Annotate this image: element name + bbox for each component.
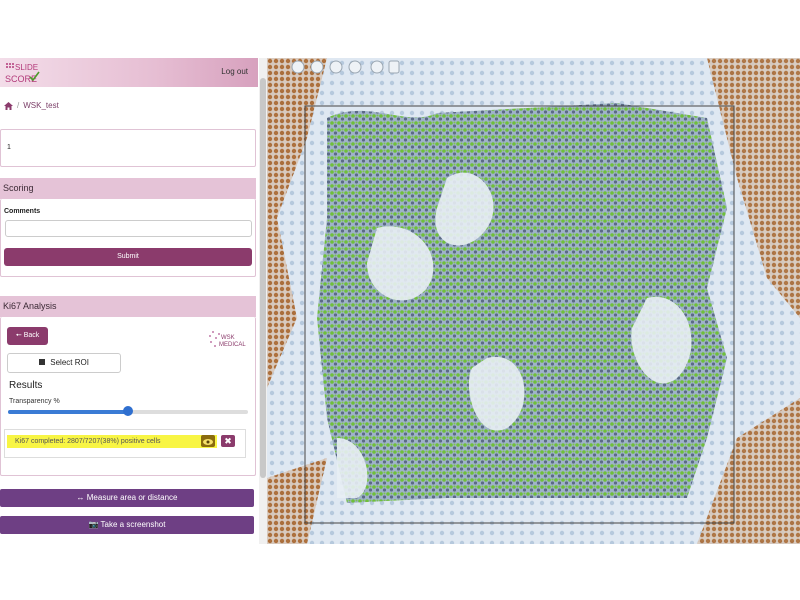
svg-text:SLIDE: SLIDE bbox=[15, 63, 38, 72]
select-roi-button[interactable]: Select ROI bbox=[7, 353, 121, 373]
measure-icon: ↔ bbox=[76, 493, 85, 502]
results-title: Results bbox=[9, 380, 43, 391]
result-card: Ki67 completed: 2807/7207(38%) positive … bbox=[4, 429, 246, 458]
close-icon: ✖ bbox=[224, 436, 232, 446]
home-view-icon[interactable] bbox=[329, 60, 343, 74]
fullscreen-icon[interactable] bbox=[348, 60, 362, 74]
slide-viewer[interactable] bbox=[267, 58, 800, 544]
back-label: Back bbox=[23, 332, 40, 339]
scoring-header: Scoring bbox=[0, 178, 256, 199]
ki67-header: Ki67 Analysis bbox=[0, 296, 256, 317]
comments-label: Comments bbox=[4, 208, 41, 215]
brand-line2: MEDICAL bbox=[219, 342, 246, 348]
screenshot-button[interactable]: 📷 Take a screenshot bbox=[0, 516, 254, 534]
home-icon[interactable] bbox=[4, 101, 13, 110]
back-button[interactable]: 🠔 Back bbox=[7, 327, 48, 345]
rotate-icon[interactable] bbox=[370, 60, 384, 74]
brand-line1: WSK bbox=[221, 335, 235, 341]
scoring-section: Comments Submit bbox=[0, 199, 256, 277]
zoom-out-icon[interactable] bbox=[310, 60, 324, 74]
sidebar-scrollbar[interactable] bbox=[259, 58, 267, 544]
result-text: Ki67 completed: 2807/7207(38%) positive … bbox=[15, 438, 161, 445]
zoom-in-icon[interactable] bbox=[291, 60, 305, 74]
select-roi-label: Select ROI bbox=[50, 358, 89, 367]
eye-icon bbox=[203, 439, 213, 445]
top-bar: SLIDE SCORE Log out bbox=[0, 58, 258, 87]
measure-label: Measure area or distance bbox=[86, 493, 178, 502]
transparency-slider[interactable] bbox=[8, 406, 248, 416]
transparency-label: Transparency % bbox=[9, 398, 60, 405]
toggle-overlay-button[interactable] bbox=[201, 435, 215, 447]
wsk-medical-logo: WSK MEDICAL bbox=[209, 331, 246, 348]
slidescore-logo: SLIDE SCORE bbox=[5, 63, 40, 84]
breadcrumb-separator: / bbox=[17, 101, 20, 110]
sidebar-panel: SLIDE SCORE Log out / WSK_test 1 Scoring… bbox=[0, 58, 258, 544]
breadcrumb: / WSK_test bbox=[4, 101, 59, 110]
tissue-image[interactable] bbox=[267, 58, 800, 544]
page-icon[interactable] bbox=[388, 60, 400, 74]
submit-button[interactable]: Submit bbox=[4, 248, 252, 266]
measure-button[interactable]: ↔ Measure area or distance bbox=[0, 489, 254, 507]
breadcrumb-slide-name[interactable]: WSK_test bbox=[23, 101, 59, 110]
screenshot-label: Take a screenshot bbox=[100, 520, 166, 529]
scrollbar-thumb[interactable] bbox=[260, 78, 266, 478]
case-number: 1 bbox=[7, 144, 11, 151]
slider-fill bbox=[8, 410, 128, 414]
remove-result-button[interactable]: ✖ bbox=[221, 435, 235, 447]
case-info-box: 1 bbox=[0, 129, 256, 167]
square-icon bbox=[39, 359, 46, 365]
camera-icon: 📷 bbox=[88, 520, 99, 529]
arrow-left-icon: 🠔 bbox=[15, 332, 22, 339]
slider-thumb[interactable] bbox=[123, 406, 133, 416]
logout-link[interactable]: Log out bbox=[221, 67, 248, 76]
comments-input[interactable] bbox=[5, 220, 252, 237]
